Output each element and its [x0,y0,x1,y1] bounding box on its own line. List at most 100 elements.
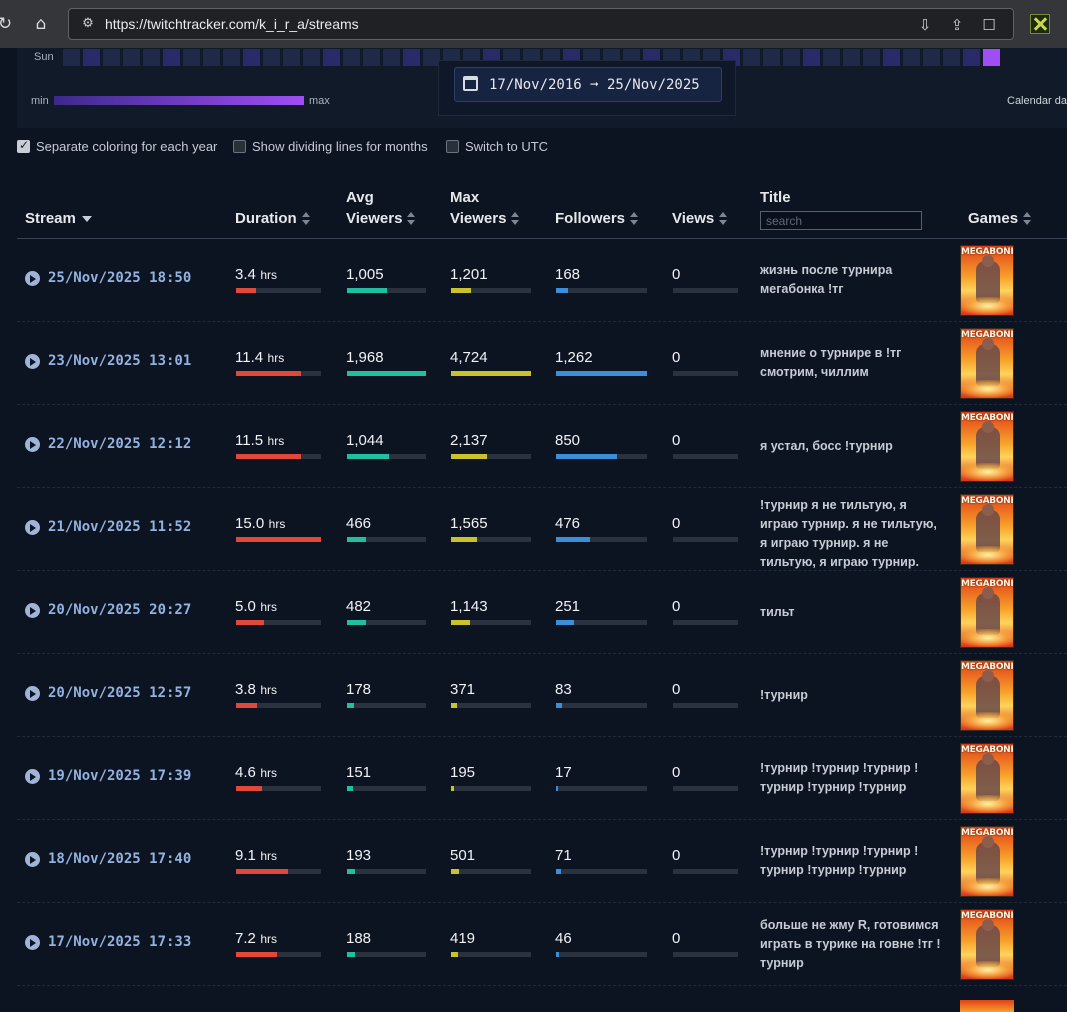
share-icon[interactable]: ⇪ [947,15,967,35]
metric-avg: 1,005 [346,266,426,293]
stream-date-link[interactable]: 20/Nov/2025 20:27 [48,602,191,618]
game-cover-megabonk[interactable]: MEGABONK [960,743,1014,814]
option-label: Switch to UTC [465,139,549,154]
heatmap-cell[interactable] [783,49,800,66]
stream-date-link[interactable]: 23/Nov/2025 13:01 [48,353,191,369]
stream-date-link[interactable]: 22/Nov/2025 12:12 [48,436,191,452]
play-icon[interactable] [25,271,40,286]
duration-value: 15.0 [235,515,265,532]
game-cover-megabonk[interactable]: MEGABONK [960,577,1014,648]
game-cover-megabonk[interactable]: MEGABONK [960,909,1014,980]
install-app-icon[interactable]: ⇩ [915,15,935,35]
table-row[interactable]: 20/Nov/2025 20:27 5.0 hrs 482 1,143 251 [17,571,1067,654]
game-cover-megabonk[interactable]: MEGABONK [960,411,1014,482]
heatmap-cell[interactable] [383,49,400,66]
game-cover-megabonk[interactable]: MEGABONK [960,245,1014,316]
heatmap-cell[interactable] [883,49,900,66]
table-row[interactable]: 25/Nov/2025 18:50 3.4 hrs 1,005 1,201 16… [17,239,1067,322]
heatmap-cell[interactable] [143,49,160,66]
heatmap-cell[interactable] [83,49,100,66]
game-cover-megabonk[interactable]: MEGABONK [960,494,1014,565]
metric-max: 1,143 [450,598,531,625]
col-stream[interactable]: Stream [25,208,92,229]
heatmap-cell[interactable] [343,49,360,66]
heatmap-cell[interactable] [243,49,260,66]
game-cover-megabonk[interactable]: MEGABONK [960,328,1014,399]
table-row[interactable]: 22/Nov/2025 12:12 11.5 hrs 1,044 2,137 8… [17,405,1067,488]
heatmap-cell[interactable] [943,49,960,66]
stream-date-link[interactable]: 25/Nov/2025 18:50 [48,270,191,286]
col-avg-viewers[interactable]: Avg Viewers [346,187,416,229]
metric-views: 0 [672,515,738,542]
date-range-picker[interactable]: 17/Nov/2016 ➞ 25/Nov/2025 [454,67,722,102]
stream-date-link[interactable]: 18/Nov/2025 17:40 [48,851,191,867]
address-bar[interactable]: ⚙ https://twitchtracker.com/k_i_r_a/stre… [68,8,1014,40]
table-row[interactable]: 18/Nov/2025 17:40 9.1 hrs 193 501 71 0 !… [17,820,1067,903]
col-duration[interactable]: Duration [235,208,311,229]
stream-title: !турнир !турнир !турнир ! турнир !турнир… [760,844,919,877]
heatmap-cell[interactable] [903,49,920,66]
site-settings-icon[interactable]: ⚙ [79,15,97,33]
table-row[interactable]: 20/Nov/2025 12:57 3.8 hrs 178 371 83 0 !… [17,654,1067,737]
heatmap-cell[interactable] [183,49,200,66]
table-row[interactable]: 23/Nov/2025 13:01 11.4 hrs 1,968 4,724 1… [17,322,1067,405]
home-icon[interactable]: ⌂ [30,13,52,35]
heatmap-cell[interactable] [323,49,340,66]
title-search-input[interactable] [760,211,922,230]
play-icon[interactable] [25,686,40,701]
table-row[interactable]: 17/Nov/2025 17:33 7.2 hrs 188 419 46 0 б… [17,903,1067,986]
max-bar [451,454,531,459]
col-max-viewers[interactable]: Max Viewers [450,187,520,229]
col-games[interactable]: Games [968,208,1032,229]
play-icon[interactable] [25,354,40,369]
heatmap-cell[interactable] [263,49,280,66]
game-cover-megabonk[interactable]: MEGABONK [960,660,1014,731]
heatmap-cell[interactable] [983,49,1000,66]
heatmap-cell[interactable] [743,49,760,66]
play-icon[interactable] [25,437,40,452]
heatmap-cell[interactable] [303,49,320,66]
reload-icon[interactable]: ↻ [0,13,16,35]
extension-icon[interactable] [1030,14,1050,34]
heatmap-cell[interactable] [103,49,120,66]
play-icon[interactable] [25,769,40,784]
heatmap-cell[interactable] [363,49,380,66]
table-row[interactable]: 19/Nov/2025 17:39 4.6 hrs 151 195 17 0 !… [17,737,1067,820]
play-icon[interactable] [25,520,40,535]
heatmap-cell[interactable] [123,49,140,66]
heatmap-cell[interactable] [963,49,980,66]
max-value: 1,143 [450,598,488,615]
heatmap-cell[interactable] [163,49,180,66]
col-views[interactable]: Views [672,208,728,229]
heatmap-cell[interactable] [763,49,780,66]
bookmark-icon[interactable]: ☐ [979,15,999,35]
table-row[interactable]: 21/Nov/2025 11:52 15.0 hrs 466 1,565 476 [17,488,1067,571]
url-text[interactable]: https://twitchtracker.com/k_i_r_a/stream… [105,16,359,32]
stream-date-link[interactable]: 17/Nov/2025 17:33 [48,934,191,950]
heatmap-cell[interactable] [923,49,940,66]
avg-bar-fill [347,869,355,874]
heatmap-cell[interactable] [223,49,240,66]
col-followers[interactable]: Followers [555,208,639,229]
followers-value: 251 [555,598,581,615]
stream-date-link[interactable]: 21/Nov/2025 11:52 [48,519,191,535]
heatmap-cell[interactable] [843,49,860,66]
heatmap-cell[interactable] [863,49,880,66]
stream-date-link[interactable]: 19/Nov/2025 17:39 [48,768,191,784]
heatmap-cell[interactable] [63,49,80,66]
checkbox-utc[interactable] [446,140,459,153]
heatmap-cell[interactable] [823,49,840,66]
game-cover-megabonk[interactable]: MEGABONK [960,826,1014,897]
stream-date-link[interactable]: 20/Nov/2025 12:57 [48,685,191,701]
heatmap-cell[interactable] [283,49,300,66]
heatmap-cell[interactable] [403,49,420,66]
checkbox-separate-coloring[interactable] [17,138,30,153]
heatmap-cell[interactable] [203,49,220,66]
play-icon[interactable] [25,852,40,867]
game-art-glow [961,463,1013,481]
heatmap-cell[interactable] [803,49,820,66]
play-icon[interactable] [25,935,40,950]
play-icon[interactable] [25,603,40,618]
sort-icon [719,212,728,226]
checkbox-month-lines[interactable] [233,140,246,153]
